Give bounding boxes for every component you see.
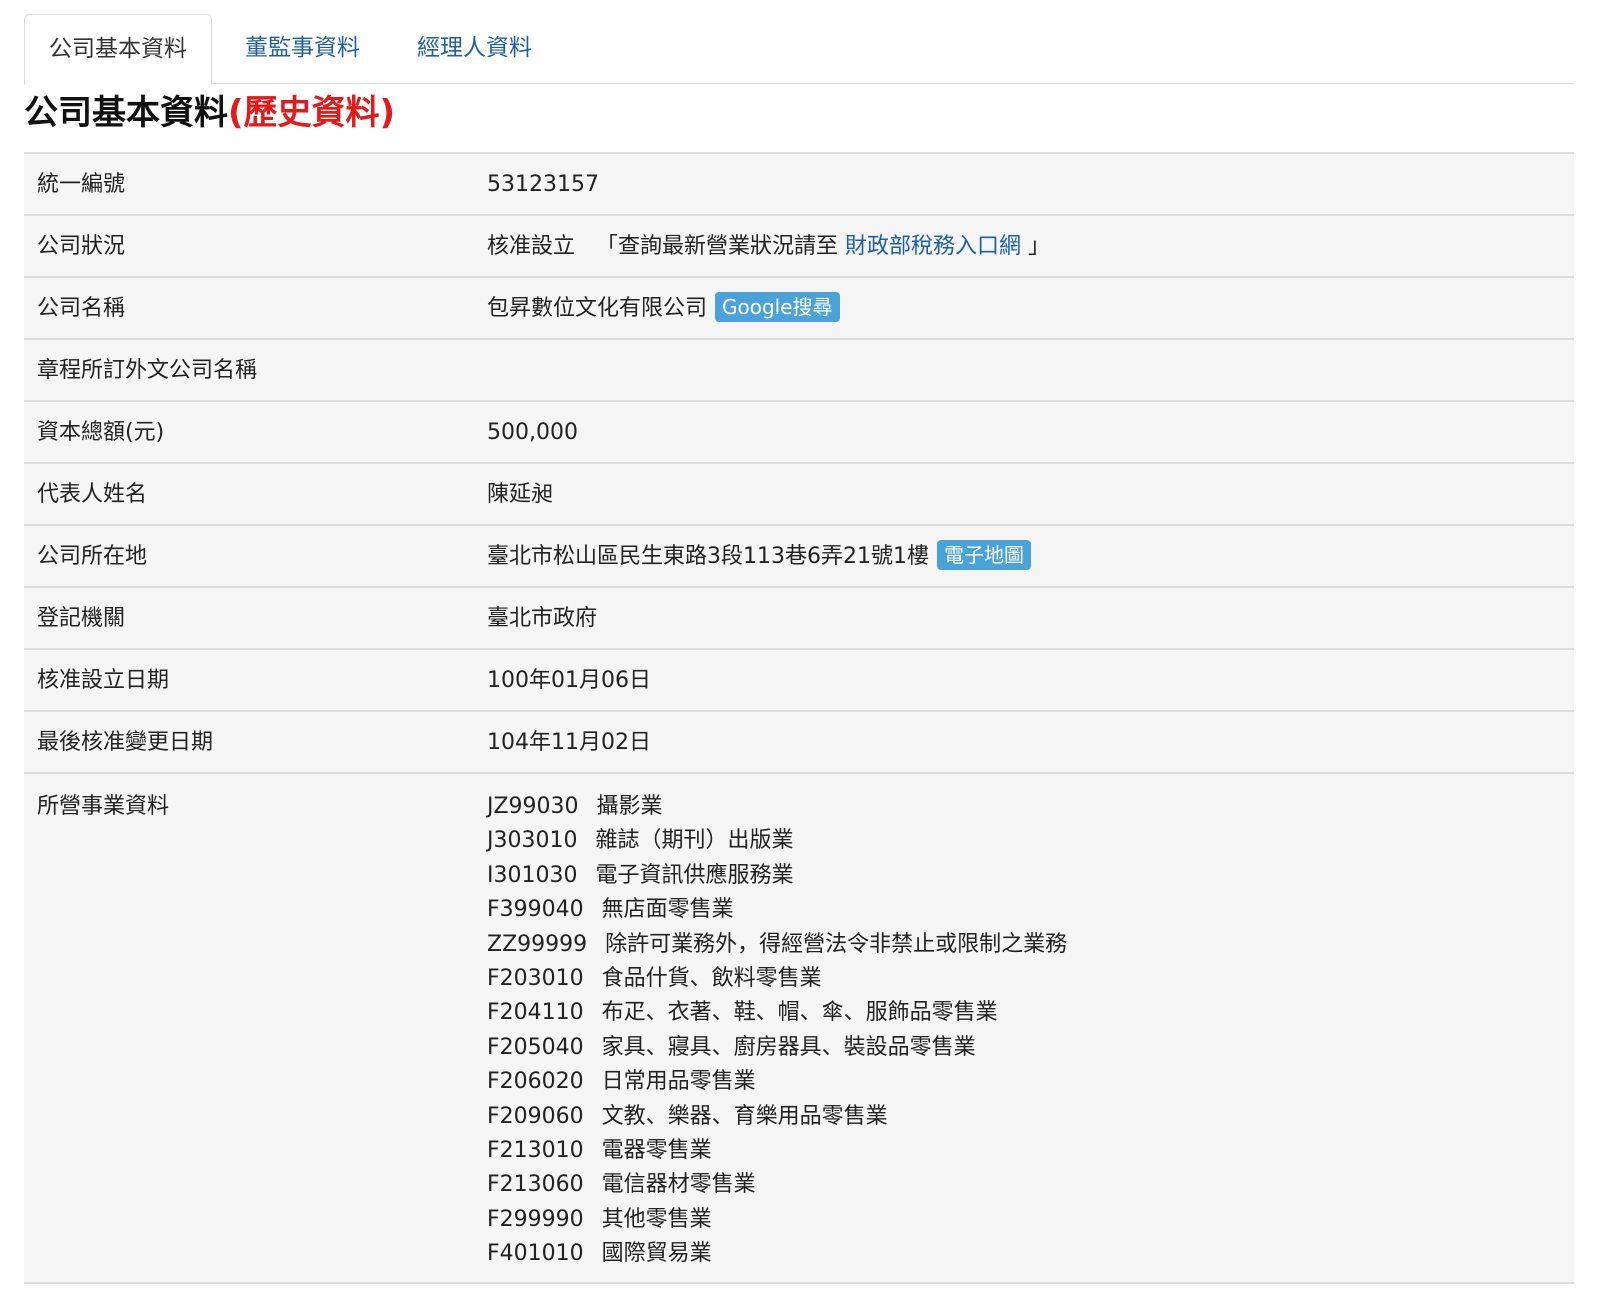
business-item: F203010 食品什貨、飲料零售業 [487, 962, 1067, 996]
tab-company-basic[interactable]: 公司基本資料 [24, 14, 212, 85]
row-label: 所營事業資料 [37, 794, 170, 819]
row-company-name: 公司名稱 包昇數位文化有限公司 Google搜尋 [24, 278, 1574, 340]
company-name-text: 包昇數位文化有限公司 [487, 296, 708, 321]
status-text: 核准設立 [487, 234, 576, 259]
row-tax-id: 統一編號 53123157 [24, 154, 1574, 216]
tab-directors[interactable]: 董監事資料 [245, 14, 360, 84]
business-code: J303010 [487, 828, 578, 854]
row-label: 統一編號 [37, 172, 126, 197]
last-changed-date-value: 104年11月02日 [487, 730, 651, 755]
capital-value: 500,000 [487, 420, 578, 445]
row-representative: 代表人姓名 陳延昶 [24, 464, 1574, 526]
business-code: F209060 [487, 1103, 584, 1129]
row-foreign-name: 章程所訂外文公司名稱 [24, 340, 1574, 402]
business-item: F209060 文教、樂器、育樂用品零售業 [487, 1100, 1067, 1134]
row-status: 公司狀況 核准設立 「查詢最新營業狀況請至 財政部稅務入口網 」 [24, 216, 1574, 278]
representative-value: 陳延昶 [487, 482, 554, 507]
business-item: F213060 電信器材零售業 [487, 1168, 1067, 1202]
status-note-prefix: 「查詢最新營業狀況請至 [596, 234, 839, 259]
tab-managers[interactable]: 經理人資料 [417, 14, 532, 84]
row-label: 公司名稱 [37, 296, 126, 321]
business-name: 布疋、衣著、鞋、帽、傘、服飾品零售業 [601, 1000, 998, 1026]
address-text: 臺北市松山區民生東路3段113巷6弄21號1樓 [487, 544, 929, 569]
row-label: 核准設立日期 [37, 668, 170, 693]
business-item: F213010 電器零售業 [487, 1134, 1067, 1168]
business-item: ZZ99999 除許可業務外，得經營法令非禁止或限制之業務 [487, 928, 1067, 962]
business-item: JZ99030 攝影業 [487, 790, 1067, 824]
business-code: F399040 [487, 897, 584, 923]
row-established-date: 核准設立日期 100年01月06日 [24, 650, 1574, 712]
business-name: 日常用品零售業 [601, 1069, 756, 1095]
authority-value: 臺北市政府 [487, 606, 598, 631]
business-name: 電器零售業 [601, 1138, 712, 1164]
business-code: ZZ99999 [487, 931, 588, 957]
business-code: F401010 [487, 1241, 584, 1267]
business-code: F206020 [487, 1069, 584, 1095]
page-title: 公司基本資料(歷史資料) [24, 88, 395, 138]
business-name: 電信器材零售業 [601, 1172, 756, 1198]
business-item: F299990 其他零售業 [487, 1203, 1067, 1237]
business-item: F205040 家具、寢具、廚房器具、裝設品零售業 [487, 1031, 1067, 1065]
business-name: 電子資訊供應服務業 [595, 862, 794, 888]
business-code: F203010 [487, 966, 584, 992]
business-item: F204110 布疋、衣著、鞋、帽、傘、服飾品零售業 [487, 996, 1067, 1030]
map-button[interactable]: 電子地圖 [936, 540, 1031, 570]
row-label: 登記機關 [37, 606, 126, 631]
business-code: F213010 [487, 1138, 584, 1164]
business-code: F213060 [487, 1172, 584, 1198]
business-item: F206020 日常用品零售業 [487, 1065, 1067, 1099]
status-value: 核准設立 「查詢最新營業狀況請至 財政部稅務入口網 」 [487, 216, 1050, 278]
tax-portal-link[interactable]: 財政部稅務入口網 [845, 234, 1021, 259]
company-name-value: 包昇數位文化有限公司 Google搜尋 [487, 278, 840, 340]
row-capital: 資本總額(元) 500,000 [24, 402, 1574, 464]
row-last-changed-date: 最後核准變更日期 104年11月02日 [24, 712, 1574, 774]
tab-bar: 公司基本資料 董監事資料 經理人資料 [24, 14, 1574, 85]
business-code: F205040 [487, 1034, 584, 1060]
business-name: 食品什貨、飲料零售業 [601, 966, 822, 992]
row-label: 章程所訂外文公司名稱 [37, 358, 258, 383]
row-label: 代表人姓名 [37, 482, 148, 507]
business-item: I301030 電子資訊供應服務業 [487, 859, 1067, 893]
business-name: 除許可業務外，得經營法令非禁止或限制之業務 [605, 931, 1068, 957]
business-name: 文教、樂器、育樂用品零售業 [601, 1103, 888, 1129]
company-info-table: 統一編號 53123157 公司狀況 核准設立 「查詢最新營業狀況請至 財政部稅… [24, 152, 1574, 1284]
row-label: 資本總額(元) [37, 420, 165, 445]
business-item: J303010 雜誌（期刊）出版業 [487, 824, 1067, 858]
business-name: 國際貿易業 [601, 1241, 712, 1267]
row-business-items: 所營事業資料 JZ99030 攝影業 J303010 雜誌（期刊）出版業 I301030… [24, 774, 1574, 1284]
page-title-main: 公司基本資料 [24, 93, 228, 133]
established-date-value: 100年01月06日 [487, 668, 651, 693]
business-name: 攝影業 [596, 794, 663, 819]
business-name: 其他零售業 [601, 1206, 712, 1232]
tax-id-value: 53123157 [487, 172, 599, 197]
business-code: JZ99030 [487, 794, 579, 819]
business-code: F299990 [487, 1206, 584, 1232]
business-name: 雜誌（期刊）出版業 [595, 828, 794, 854]
business-name: 無店面零售業 [601, 897, 734, 923]
status-note-suffix: 」 [1028, 234, 1051, 259]
google-search-button[interactable]: Google搜尋 [715, 292, 840, 322]
address-value: 臺北市松山區民生東路3段113巷6弄21號1樓 電子地圖 [487, 526, 1031, 588]
row-label: 最後核准變更日期 [37, 730, 214, 755]
row-label: 公司狀況 [37, 234, 126, 259]
row-label: 公司所在地 [37, 544, 148, 569]
business-items-list: JZ99030 攝影業 J303010 雜誌（期刊）出版業 I301030 電子資訊供應服… [487, 790, 1067, 1272]
business-name: 家具、寢具、廚房器具、裝設品零售業 [601, 1034, 976, 1060]
row-address: 公司所在地 臺北市松山區民生東路3段113巷6弄21號1樓 電子地圖 [24, 526, 1574, 588]
history-label: (歷史資料) [228, 93, 396, 133]
business-item: F401010 國際貿易業 [487, 1237, 1067, 1271]
business-code: I301030 [487, 862, 578, 888]
row-authority: 登記機關 臺北市政府 [24, 588, 1574, 650]
business-code: F204110 [487, 1000, 584, 1026]
business-item: F399040 無店面零售業 [487, 893, 1067, 927]
